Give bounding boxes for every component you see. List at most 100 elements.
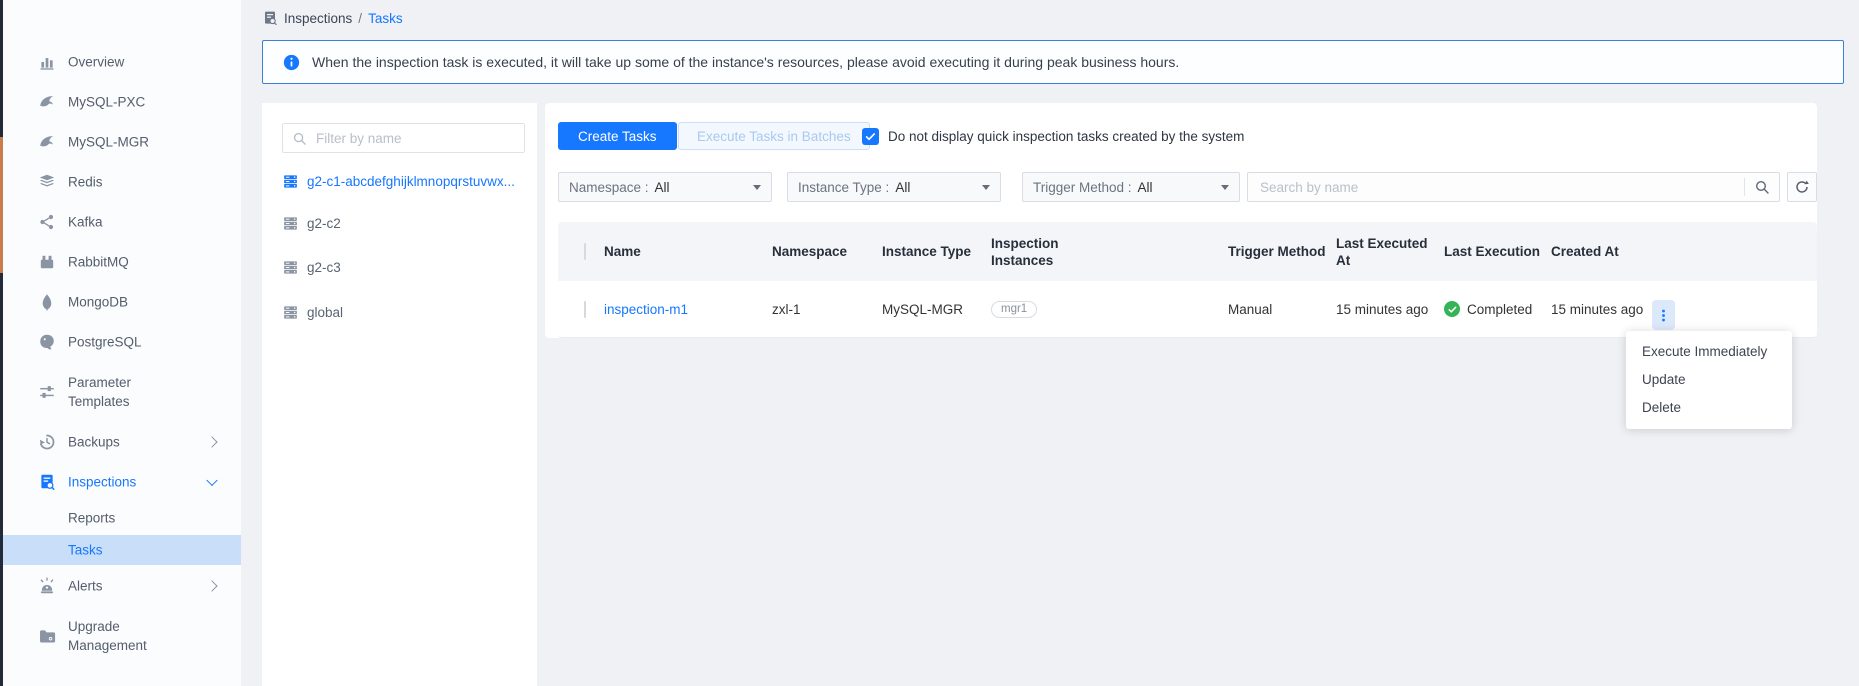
column-header-last-executed-at: Last Executed At xyxy=(1336,235,1444,269)
app-window: Overview MySQL-PXC MySQL-MGR Redis Kafka xyxy=(0,0,1859,686)
sidebar-item-label: Overview xyxy=(68,53,124,72)
column-header-trigger-method: Trigger Method xyxy=(1228,243,1336,260)
breadcrumb: Inspections / Tasks xyxy=(262,8,403,28)
instance-type-select[interactable]: Instance Type : All xyxy=(787,172,1001,202)
task-name-link[interactable]: inspection-m1 xyxy=(604,302,772,317)
sidebar-item-parameter-templates[interactable]: Parameter Templates xyxy=(3,367,241,417)
sidebar-item-inspections[interactable]: Inspections xyxy=(3,467,241,497)
network-nodes-icon xyxy=(38,213,56,231)
sidebar-item-kafka[interactable]: Kafka xyxy=(3,207,241,237)
breadcrumb-current[interactable]: Tasks xyxy=(368,11,403,26)
dolphin-icon xyxy=(38,133,56,151)
menu-item-update[interactable]: Update xyxy=(1626,366,1792,394)
cluster-item-g2-c2[interactable]: g2-c2 xyxy=(282,210,532,236)
sidebar-item-label: Kafka xyxy=(68,213,103,232)
trigger-method-select-label: Trigger Method : xyxy=(1033,180,1132,195)
namespace-select[interactable]: Namespace : All xyxy=(558,172,772,202)
sidebar-item-postgresql[interactable]: PostgreSQL xyxy=(3,327,241,357)
cell-created-at: 15 minutes ago xyxy=(1551,302,1817,317)
kebab-dots-icon xyxy=(1656,308,1671,323)
breadcrumb-parent[interactable]: Inspections xyxy=(284,11,352,26)
sidebar-item-mongodb[interactable]: MongoDB xyxy=(3,287,241,317)
sidebar-item-tasks[interactable]: Tasks xyxy=(3,535,241,565)
sidebar-item-label: MySQL-MGR xyxy=(68,133,149,152)
server-rack-icon xyxy=(282,173,299,190)
sidebar-item-label: Parameter Templates xyxy=(68,373,190,411)
filter-search-input[interactable] xyxy=(314,130,515,147)
tasks-table: Name Namespace Instance Type Inspection … xyxy=(558,222,1817,338)
sidebar-item-label: Alerts xyxy=(68,577,103,596)
cluster-item-g2-c3[interactable]: g2-c3 xyxy=(282,254,532,280)
cell-last-executed-at: 15 minutes ago xyxy=(1336,302,1444,317)
sidebar-item-overview[interactable]: Overview xyxy=(3,47,241,77)
caret-down-icon xyxy=(1221,185,1229,190)
cell-last-execution: Completed xyxy=(1444,301,1551,317)
sidebar-item-label: MongoDB xyxy=(68,293,128,312)
server-rack-icon xyxy=(282,215,299,232)
refresh-button[interactable] xyxy=(1787,172,1817,202)
cell-namespace: zxl-1 xyxy=(772,302,882,317)
row-actions-kebab-button[interactable] xyxy=(1652,300,1675,330)
sidebar-item-label: PostgreSQL xyxy=(68,333,142,352)
search-icon xyxy=(292,131,307,146)
main-content-panel: Create Tasks Execute Tasks in Batches Do… xyxy=(545,103,1817,338)
sidebar-item-label: Tasks xyxy=(68,541,103,560)
task-search-box xyxy=(1247,172,1780,202)
column-header-namespace: Namespace xyxy=(772,243,882,260)
sidebar: Overview MySQL-PXC MySQL-MGR Redis Kafka xyxy=(3,0,241,686)
sidebar-item-backups[interactable]: Backups xyxy=(3,427,241,457)
namespace-select-label: Namespace : xyxy=(569,180,649,195)
caret-down-icon xyxy=(753,185,761,190)
sidebar-item-upgrade-management[interactable]: Upgrade Management xyxy=(3,611,241,661)
cluster-item-label: g2-c2 xyxy=(307,216,341,231)
menu-item-delete[interactable]: Delete xyxy=(1626,394,1792,422)
sidebar-item-label: Upgrade Management xyxy=(68,617,190,655)
sidebar-item-label: Redis xyxy=(68,173,103,192)
breadcrumb-separator: / xyxy=(358,11,362,26)
sidebar-item-reports[interactable]: Reports xyxy=(3,503,241,533)
bar-chart-icon xyxy=(38,53,56,71)
trigger-method-select[interactable]: Trigger Method : All xyxy=(1022,172,1240,202)
cell-instance-type: MySQL-MGR xyxy=(882,302,991,317)
info-banner-text: When the inspection task is executed, it… xyxy=(312,54,1179,70)
sidebar-item-label: RabbitMQ xyxy=(68,253,129,272)
alarm-icon xyxy=(38,577,56,595)
select-all-checkbox[interactable] xyxy=(584,243,586,260)
menu-item-execute-immediately[interactable]: Execute Immediately xyxy=(1626,338,1792,366)
chevron-down-icon xyxy=(206,475,217,486)
chevron-right-icon xyxy=(206,436,217,447)
filter-search-box xyxy=(282,123,525,153)
instance-type-select-value: All xyxy=(895,180,910,195)
sidebar-item-mysql-mgr[interactable]: MySQL-MGR xyxy=(3,127,241,157)
task-search-input[interactable] xyxy=(1258,179,1744,196)
cluster-item-label: g2-c1-abcdefghijklmnopqrstuvwx... xyxy=(307,174,515,189)
sidebar-item-mysql-pxc[interactable]: MySQL-PXC xyxy=(3,87,241,117)
info-banner: When the inspection task is executed, it… xyxy=(262,40,1844,84)
create-tasks-button[interactable]: Create Tasks xyxy=(558,122,677,150)
chevron-right-icon xyxy=(206,580,217,591)
sidebar-item-label: Reports xyxy=(68,509,115,528)
cluster-item-global[interactable]: global xyxy=(282,299,532,325)
cell-trigger-method: Manual xyxy=(1228,302,1336,317)
check-icon xyxy=(864,130,877,143)
caret-down-icon xyxy=(982,185,990,190)
folder-gear-icon xyxy=(38,627,56,645)
trigger-method-select-value: All xyxy=(1138,180,1153,195)
sidebar-item-alerts[interactable]: Alerts xyxy=(3,571,241,601)
table-row: inspection-m1 zxl-1 MySQL-MGR mgr1 Manua… xyxy=(558,281,1817,338)
execute-tasks-in-batches-button[interactable]: Execute Tasks in Batches xyxy=(678,122,870,150)
namespace-select-value: All xyxy=(655,180,670,195)
server-rack-icon xyxy=(282,259,299,276)
inspection-doc-magnifier-icon xyxy=(262,10,278,26)
cluster-item-label: g2-c3 xyxy=(307,260,341,275)
column-header-created-at: Created At xyxy=(1551,243,1817,260)
sidebar-item-redis[interactable]: Redis xyxy=(3,167,241,197)
column-header-inspection-instances: Inspection Instances xyxy=(991,235,1073,269)
refresh-icon xyxy=(1794,179,1810,195)
cluster-item-g2-c1[interactable]: g2-c1-abcdefghijklmnopqrstuvwx... xyxy=(282,168,532,194)
rabbitmq-icon xyxy=(38,253,56,271)
sidebar-item-rabbitmq[interactable]: RabbitMQ xyxy=(3,247,241,277)
search-icon[interactable] xyxy=(1745,173,1779,201)
row-checkbox[interactable] xyxy=(584,301,586,318)
hide-system-tasks-checkbox[interactable] xyxy=(862,128,879,145)
